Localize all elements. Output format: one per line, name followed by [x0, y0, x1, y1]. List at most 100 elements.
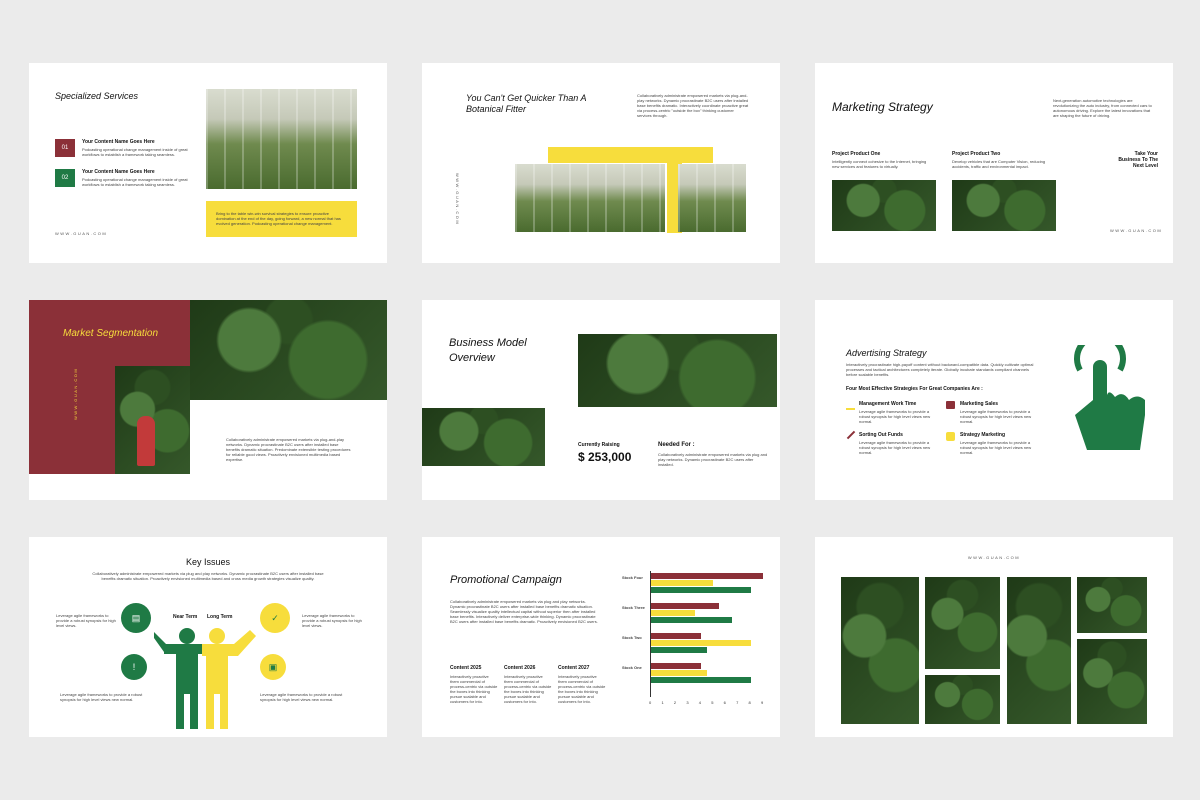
yellow-text: Bring to the table win-win survival stra…: [216, 211, 341, 226]
puzzle-icon: [946, 432, 955, 441]
bar: [651, 677, 751, 683]
alert-icon: !: [121, 654, 147, 680]
x-tick-label: 7: [736, 700, 739, 705]
plants-photo: [925, 675, 1000, 724]
note-bottom-left: Leverage agile frameworks to provide a r…: [60, 692, 143, 702]
note-top-right: Leverage agile frameworks to provide a r…: [302, 613, 362, 628]
strategy-title: Marketing Sales: [960, 401, 999, 407]
x-tick-label: 2: [673, 700, 677, 705]
strategy-title: Management Work Time: [859, 401, 917, 407]
bar: [651, 587, 751, 593]
slide-title: Business Model Overview: [449, 337, 527, 364]
body-text: Next-generation automotive technologies …: [1053, 98, 1152, 118]
brush-icon: [846, 430, 856, 440]
slide-title: Marketing Strategy: [832, 100, 933, 114]
body-text: Collaboratively administrate empowered m…: [637, 93, 749, 118]
strategy-text: Leverage agile frameworks to provide a r…: [960, 440, 1032, 455]
website-label: WWW.GUAN.COM: [73, 367, 78, 420]
website-label: WWW.GUAN.COM: [55, 231, 108, 236]
bar: [651, 663, 701, 669]
x-tick-label: 0: [649, 700, 652, 705]
category-label: Stock One: [622, 665, 642, 670]
col-title: Content 2026: [504, 665, 536, 671]
bar: [651, 633, 701, 639]
woman-sitting-photo: [925, 577, 1000, 669]
slide-marketing-strategy[interactable]: Marketing Strategy Next-generation autom…: [815, 63, 1173, 263]
bar: [651, 617, 732, 623]
item-text: Podcasting operational change management…: [82, 147, 188, 157]
greenhouse-photo: [515, 164, 665, 232]
x-tick-label: 8: [748, 700, 751, 705]
clipboard-icon: ▤: [121, 603, 151, 633]
body-text: Collaboratively administrate empowered m…: [92, 571, 324, 581]
tap-hand-icon: [1074, 345, 1145, 450]
col-title: Content 2027: [558, 665, 590, 671]
col-title: Content 2025: [450, 665, 482, 671]
number-badge: 02: [55, 169, 75, 187]
woman-reading-photo: [1077, 639, 1147, 724]
needed-label: Needed For :: [658, 442, 695, 448]
website-label: WWW.GUAN.COM: [455, 173, 460, 226]
raising-label: Currently Raising: [578, 442, 620, 448]
strategy-text: Leverage agile frameworks to provide a r…: [859, 409, 931, 424]
near-term-label: Near Term: [173, 614, 198, 620]
body-text: Collaboratively administrate empowered m…: [450, 599, 598, 624]
plants-photo: [578, 334, 777, 407]
bar: [651, 647, 707, 653]
category-label: Stock Three: [622, 605, 645, 610]
stock-bar-chart: Stock Four Stock Three Stock Two Stock One 0…: [622, 571, 772, 707]
slide-title: Specialized Services: [55, 91, 139, 101]
item-heading: Your Content Name Goes Here: [82, 169, 155, 175]
woman-hat-photo: [1007, 577, 1071, 724]
slide-advertising-strategy[interactable]: Advertising Strategy Interactively procr…: [815, 300, 1173, 500]
product-title: Project Product Two: [952, 151, 1001, 157]
subtitle: Four Most Effective Strategies For Great…: [846, 386, 983, 392]
woman-plants-photo: [841, 577, 919, 724]
col-text: Interactively proactive them commercial …: [504, 674, 552, 704]
product-title: Project Product One: [832, 151, 881, 157]
note-top-left: Leverage agile frameworks to provide a r…: [56, 613, 116, 628]
slide-photo-gallery[interactable]: WWW.GUAN.COM: [815, 537, 1173, 737]
col-text: Interactively proactive them commercial …: [450, 674, 498, 704]
category-label: Stock Four: [622, 575, 643, 580]
body-text: Collaboratively administrate empowered m…: [226, 437, 351, 462]
bar: [651, 640, 751, 646]
greenhouse-photo: [190, 300, 387, 400]
product-text: Develop vehicles that are Computer Visio…: [952, 159, 1046, 169]
website-label: WWW.GUAN.COM: [1110, 228, 1163, 233]
strategy-text: Leverage agile frameworks to provide a r…: [859, 440, 931, 455]
item-heading: Your Content Name Goes Here: [82, 139, 155, 145]
slide-title: Advertising Strategy: [846, 348, 927, 358]
category-label: Stock Two: [622, 635, 642, 640]
x-tick-label: 9: [761, 700, 764, 705]
item-text: Podcasting operational change management…: [82, 177, 188, 187]
needed-text: Collaboratively administrate empowered m…: [658, 452, 768, 467]
x-tick-label: 6: [723, 700, 726, 705]
yellow-textbox: Bring to the table win-win survival stra…: [206, 201, 357, 237]
slide-promotional-campaign[interactable]: Promotional Campaign Collaboratively adm…: [422, 537, 780, 737]
slide-title: Key Issues: [185, 557, 231, 567]
website-label: WWW.GUAN.COM: [967, 555, 1021, 560]
slide-title: Market Segmentation: [63, 328, 159, 339]
slide-market-segmentation[interactable]: Market Segmentation WWW.GUAN.COM Collabo…: [29, 300, 387, 500]
body-text: Interactively procrastinate high-payoff …: [846, 362, 1034, 377]
col-text: Interactively proactive them commercial …: [558, 674, 606, 704]
bar: [651, 610, 695, 616]
greenhouse-photo: [206, 89, 357, 189]
x-tick-label: 3: [686, 700, 689, 705]
product-text: Intelligently connect cohesive to the In…: [832, 159, 927, 169]
slide-specialized-services[interactable]: Specialized Services 01 Your Content Nam…: [29, 63, 387, 263]
people-figures-icon: [154, 628, 256, 729]
slide-business-model[interactable]: Business Model Overview Currently Raisin…: [422, 300, 780, 500]
long-term-label: Long Term: [207, 614, 233, 620]
plants-photo: [422, 408, 545, 466]
bar: [651, 573, 763, 579]
slide-botanical-fitter[interactable]: You Can't Get Quicker Than A Botanical F…: [422, 63, 780, 263]
number-badge: 01: [55, 139, 75, 157]
slide-key-issues[interactable]: Key Issues Collaboratively administrate …: [29, 537, 387, 737]
bar: [651, 670, 707, 676]
cake-icon: [946, 401, 955, 409]
calendar-icon: [846, 401, 855, 410]
x-tick-label: 1: [661, 700, 664, 705]
yellow-band: [548, 147, 713, 163]
